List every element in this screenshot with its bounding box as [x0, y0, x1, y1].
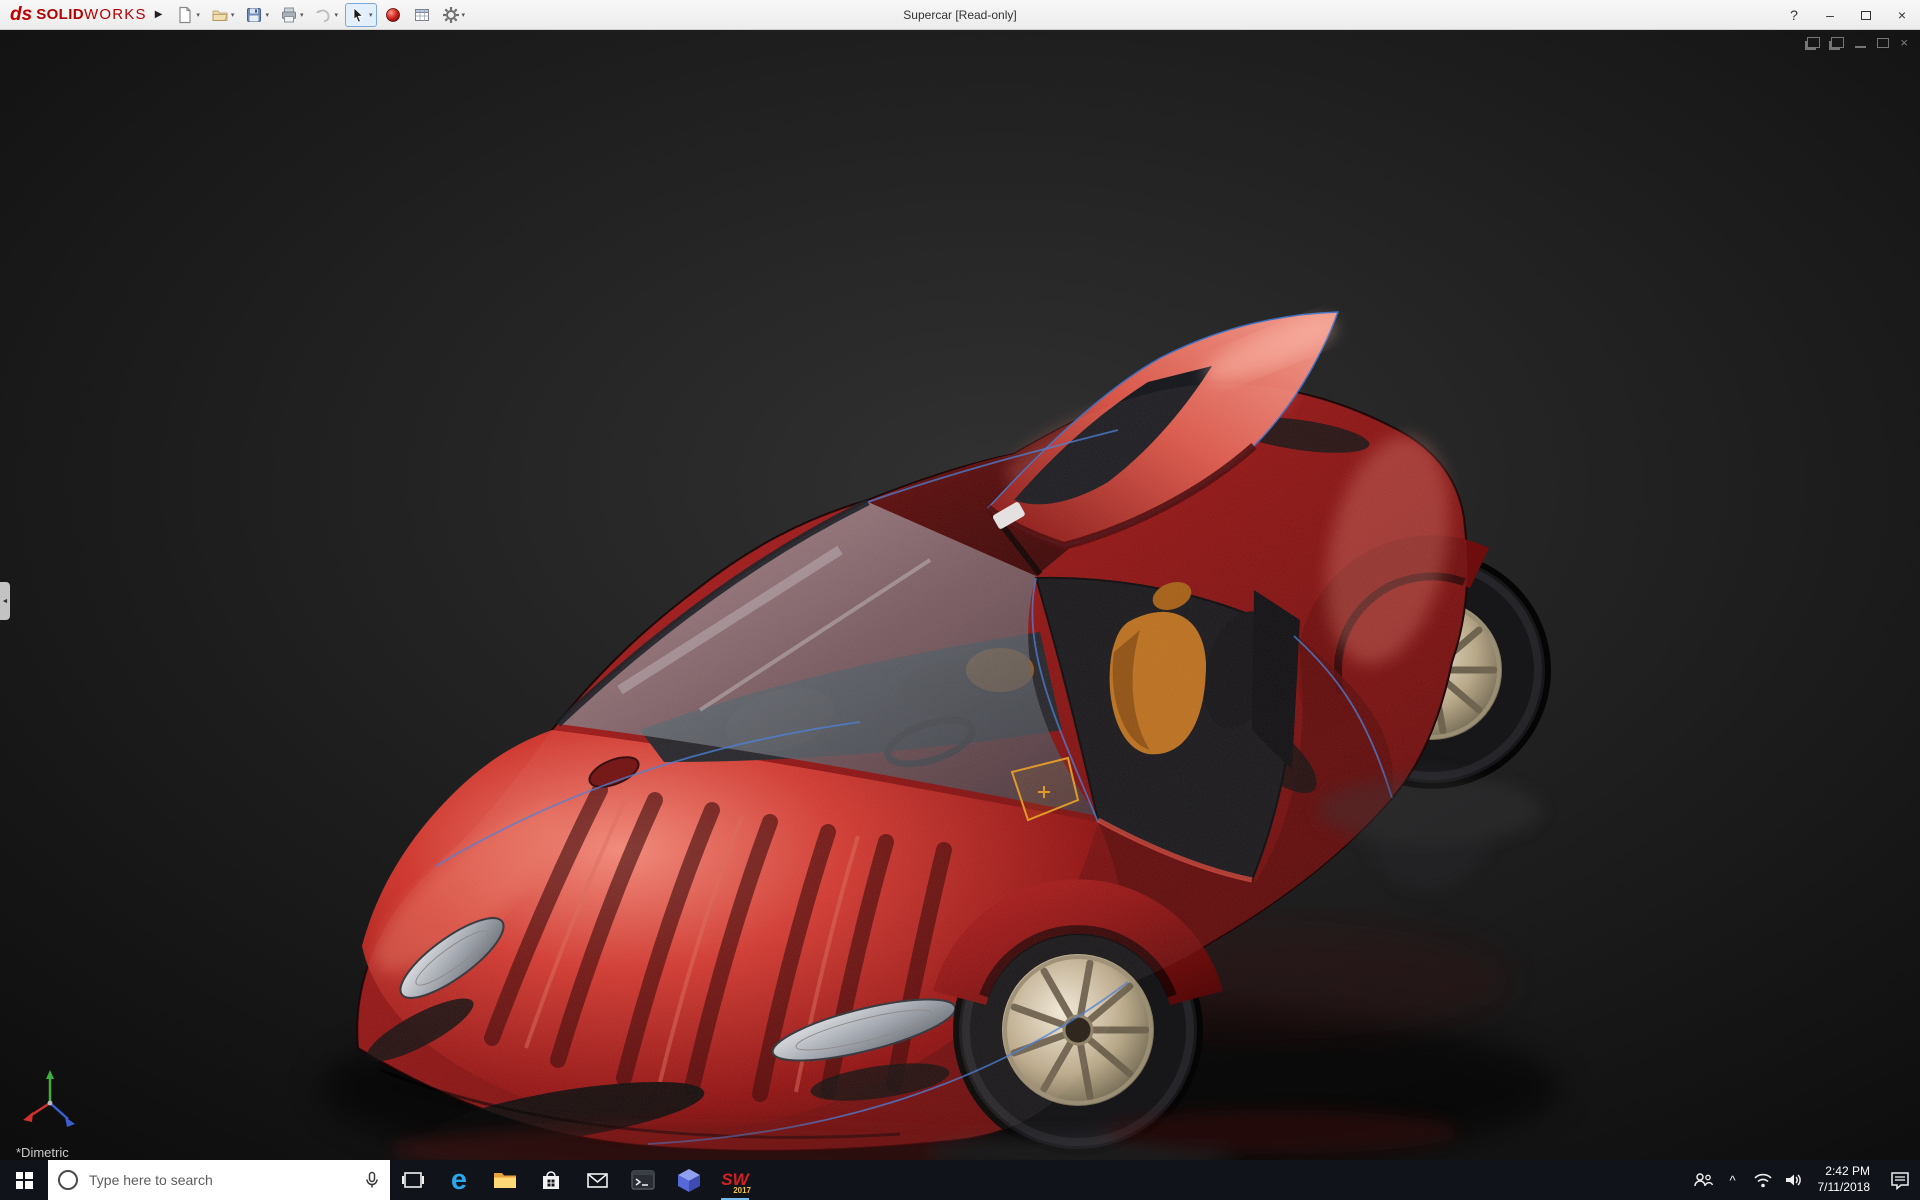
app-titlebar: ds SOLIDWORKS ▶ ▾ ▾ ▾ — [0, 0, 1920, 30]
orientation-triad — [20, 1066, 82, 1134]
select-tool-button[interactable]: ▾ — [345, 3, 377, 27]
close-button[interactable]: × — [1884, 0, 1920, 30]
print-icon — [280, 6, 298, 24]
quick-access-toolbar: ▾ ▾ ▾ ▾ ▾ — [172, 3, 469, 27]
console-icon — [630, 1167, 656, 1193]
start-button[interactable] — [0, 1160, 48, 1200]
task-view-button[interactable] — [390, 1160, 436, 1200]
feature-tree-collapse-tab[interactable]: ◄ — [0, 582, 10, 620]
doc-close-icon[interactable]: × — [1900, 38, 1908, 48]
solidworks-taskbar-button[interactable]: SW 2017 — [712, 1160, 758, 1200]
menu-flyout-arrow-icon[interactable]: ▶ — [155, 9, 163, 20]
undo-button[interactable]: ▾ — [310, 3, 342, 27]
people-button[interactable] — [1688, 1160, 1718, 1200]
file-explorer-button[interactable] — [482, 1160, 528, 1200]
network-button[interactable] — [1748, 1160, 1778, 1200]
edge-icon: e — [451, 1166, 467, 1195]
design-table-icon — [413, 6, 431, 24]
action-center-icon — [1889, 1169, 1911, 1191]
open-button[interactable]: ▾ — [207, 3, 239, 27]
windows-taskbar: e — [0, 1160, 1920, 1200]
solidworks-app-icon: SW 2017 — [720, 1165, 750, 1195]
ds-logo-icon: ds — [10, 4, 32, 26]
undo-icon — [314, 6, 332, 24]
graphics-area[interactable]: × ◄ *Dimetric — [0, 30, 1920, 1160]
options-button[interactable]: ▾ — [438, 3, 470, 27]
edge-button[interactable]: e — [436, 1160, 482, 1200]
people-icon — [1692, 1169, 1714, 1191]
task-view-icon — [401, 1168, 425, 1192]
speaker-icon — [1783, 1170, 1803, 1190]
document-title: Supercar [Read-only] — [903, 8, 1016, 22]
appearance-sphere-icon — [384, 6, 402, 24]
solidworks-logo: ds SOLIDWORKS — [10, 4, 147, 26]
new-document-icon — [176, 6, 194, 24]
clock-time: 2:42 PM — [1825, 1164, 1870, 1180]
edrawings-button[interactable] — [666, 1160, 712, 1200]
doc-restore-icon[interactable] — [1877, 38, 1889, 48]
appearance-button[interactable] — [380, 3, 406, 27]
clock-date: 7/11/2018 — [1818, 1180, 1871, 1196]
network-wifi-icon — [1753, 1170, 1773, 1190]
volume-button[interactable] — [1778, 1160, 1808, 1200]
windows-logo-icon — [16, 1172, 33, 1189]
view-orientation-label: *Dimetric — [16, 1145, 69, 1160]
window-controls: ? – × — [1776, 0, 1920, 30]
document-window-controls: × — [1807, 37, 1908, 48]
restore-icon — [1861, 11, 1871, 20]
new-window-icon[interactable] — [1807, 37, 1820, 48]
open-folder-icon — [211, 6, 229, 24]
action-center-button[interactable] — [1880, 1169, 1920, 1191]
logo-text-works: WORKS — [84, 6, 147, 23]
doc-minimize-icon[interactable] — [1855, 38, 1866, 48]
taskbar-clock[interactable]: 2:42 PM 7/11/2018 — [1808, 1164, 1881, 1195]
chevron-up-icon: ^ — [1729, 1173, 1735, 1188]
mail-button[interactable] — [574, 1160, 620, 1200]
file-explorer-icon — [492, 1167, 518, 1193]
print-button[interactable]: ▾ — [276, 3, 308, 27]
cascade-windows-icon[interactable] — [1831, 37, 1844, 48]
taskbar-pinned-apps: e — [390, 1160, 758, 1200]
collapse-arrow-icon: ◄ — [2, 598, 9, 605]
help-button[interactable]: ? — [1776, 0, 1812, 30]
search-input[interactable] — [87, 1171, 355, 1189]
design-table-button[interactable] — [409, 3, 435, 27]
system-tray: ^ 2:42 PM 7/11/2018 — [1688, 1160, 1920, 1200]
console-button[interactable] — [620, 1160, 666, 1200]
restore-button[interactable] — [1848, 0, 1884, 30]
cortana-icon[interactable] — [58, 1170, 78, 1190]
store-icon — [539, 1168, 563, 1192]
logo-text-solid: SOLID — [36, 6, 84, 23]
taskbar-search[interactable] — [48, 1160, 390, 1200]
3d-viewport[interactable] — [0, 30, 1920, 1160]
new-document-button[interactable]: ▾ — [172, 3, 204, 27]
mail-icon — [585, 1168, 610, 1193]
save-floppy-icon — [245, 6, 263, 24]
store-button[interactable] — [528, 1160, 574, 1200]
minimize-button[interactable]: – — [1812, 0, 1848, 30]
select-cursor-icon — [349, 6, 367, 24]
save-button[interactable]: ▾ — [241, 3, 273, 27]
cube-icon — [676, 1167, 702, 1193]
hidden-icons-button[interactable]: ^ — [1718, 1160, 1748, 1200]
options-gear-icon — [442, 6, 460, 24]
microphone-icon[interactable] — [364, 1171, 380, 1189]
